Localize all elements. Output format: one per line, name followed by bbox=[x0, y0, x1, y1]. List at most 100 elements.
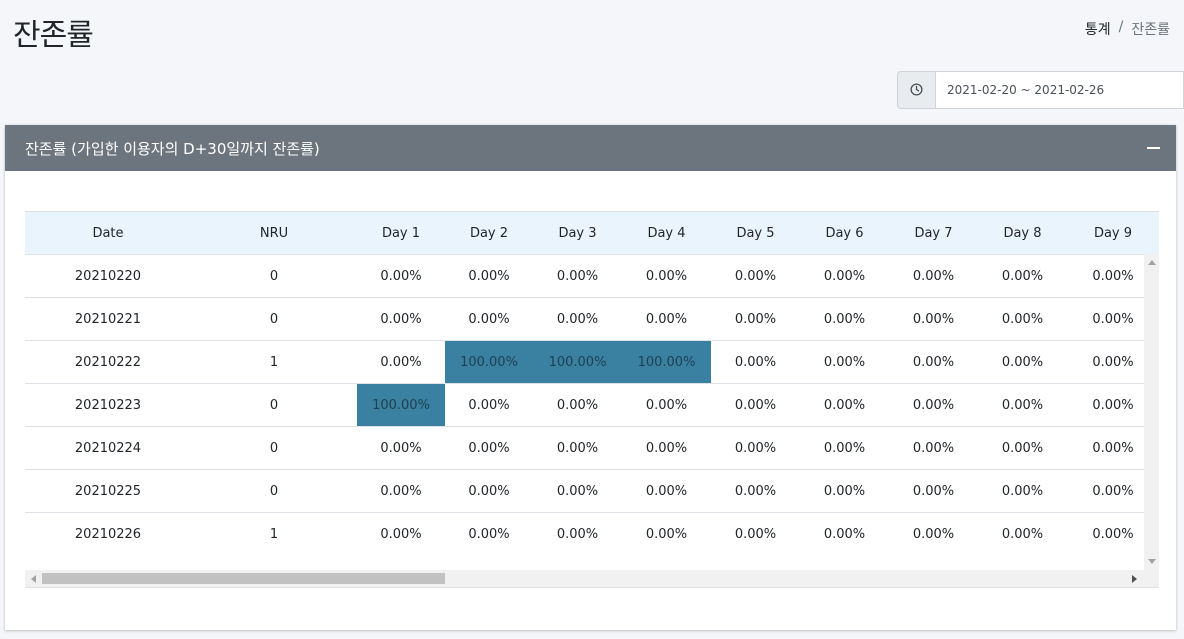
table-cell: 0.00% bbox=[622, 383, 711, 427]
column-header: Date bbox=[25, 211, 191, 255]
table-cell: 0.00% bbox=[800, 426, 889, 470]
table-cell: 0.00% bbox=[978, 469, 1067, 513]
collapse-button[interactable] bbox=[1144, 138, 1162, 158]
table-cell: 0.00% bbox=[622, 426, 711, 470]
table-cell: 0.00% bbox=[445, 469, 533, 513]
table-cell: 20210222 bbox=[25, 340, 191, 384]
scroll-up-icon[interactable] bbox=[1148, 260, 1156, 265]
table-cell: 20210224 bbox=[25, 426, 191, 470]
table-cell: 0.00% bbox=[889, 512, 978, 556]
table-row: 20210222 1 0.00% 100.00% 100.00% 100.00% 0.00%… bbox=[25, 340, 1159, 384]
table-cell: 0 bbox=[191, 426, 357, 470]
breadcrumb-separator: / bbox=[1118, 19, 1124, 35]
table-body: 20210220 0 0.00% 0.00% 0.00% 0.00% 0.00% 0.00% 0… bbox=[25, 254, 1159, 556]
table-cell: 0.00% bbox=[622, 512, 711, 556]
breadcrumb-parent-link[interactable]: 통계 bbox=[1085, 19, 1111, 39]
table-cell: 0.00% bbox=[357, 297, 445, 341]
table-row: 20210225 0 0.00% 0.00% 0.00% 0.00% 0.00% 0.00% 0… bbox=[25, 469, 1159, 513]
column-header: Day 7 bbox=[889, 211, 978, 255]
minus-icon bbox=[1146, 147, 1160, 149]
horizontal-scrollbar[interactable] bbox=[25, 570, 1159, 588]
table-cell: 0 bbox=[191, 297, 357, 341]
table-cell: 20210221 bbox=[25, 297, 191, 341]
table-cell: 0.00% bbox=[533, 469, 622, 513]
column-header: Day 9 bbox=[1067, 211, 1159, 255]
table-cell: 1 bbox=[191, 512, 357, 556]
table-cell: 0.00% bbox=[800, 340, 889, 384]
scroll-down-icon[interactable] bbox=[1148, 559, 1156, 564]
vertical-scrollbar[interactable] bbox=[1144, 254, 1159, 570]
table-cell: 0.00% bbox=[711, 512, 800, 556]
scrollbar-thumb[interactable] bbox=[42, 573, 445, 584]
table-cell: 20210226 bbox=[25, 512, 191, 556]
table-row: 20210221 0 0.00% 0.00% 0.00% 0.00% 0.00% 0.00% 0… bbox=[25, 297, 1159, 341]
table-cell: 0.00% bbox=[711, 254, 800, 298]
table-cell: 0.00% bbox=[533, 297, 622, 341]
table-cell: 0.00% bbox=[711, 426, 800, 470]
table-cell: 100.00% bbox=[533, 340, 622, 384]
table-header: Date NRU Day 1 Day 2 Day 3 Day 4 Day 5 Day 6 Day… bbox=[25, 211, 1159, 255]
table-row: 20210226 1 0.00% 0.00% 0.00% 0.00% 0.00% 0.00% 0… bbox=[25, 512, 1159, 556]
card-header: 잔존률 (가입한 이용자의 D+30일까지 잔존률) bbox=[5, 125, 1176, 171]
table-cell: 0.00% bbox=[357, 254, 445, 298]
column-header: Day 5 bbox=[711, 211, 800, 255]
table-cell: 0.00% bbox=[978, 512, 1067, 556]
table-cell: 0.00% bbox=[357, 469, 445, 513]
table-cell: 0.00% bbox=[800, 297, 889, 341]
table-cell: 0 bbox=[191, 254, 357, 298]
table-cell: 0.00% bbox=[978, 340, 1067, 384]
table-cell: 0.00% bbox=[978, 383, 1067, 427]
column-header: Day 3 bbox=[533, 211, 622, 255]
table-cell: 0.00% bbox=[800, 469, 889, 513]
table-cell: 100.00% bbox=[357, 383, 445, 427]
column-header: Day 1 bbox=[357, 211, 445, 255]
table-cell: 0.00% bbox=[711, 297, 800, 341]
column-header: Day 8 bbox=[978, 211, 1067, 255]
table-cell: 0.00% bbox=[622, 469, 711, 513]
table-cell: 0.00% bbox=[889, 469, 978, 513]
table-cell: 0.00% bbox=[978, 254, 1067, 298]
scroll-right-icon[interactable] bbox=[1132, 575, 1137, 583]
table-cell: 100.00% bbox=[445, 340, 533, 384]
date-range-picker bbox=[897, 71, 1184, 109]
table-cell: 0.00% bbox=[533, 254, 622, 298]
table-cell: 1 bbox=[191, 340, 357, 384]
table-cell: 0.00% bbox=[357, 426, 445, 470]
table-cell: 0.00% bbox=[533, 383, 622, 427]
column-header: Day 2 bbox=[445, 211, 533, 255]
table-cell: 0 bbox=[191, 469, 357, 513]
breadcrumb: 통계 / 잔존률 bbox=[1085, 19, 1170, 39]
table-cell: 20210225 bbox=[25, 469, 191, 513]
table-cell: 0.00% bbox=[533, 512, 622, 556]
table-cell: 0.00% bbox=[711, 469, 800, 513]
table-cell: 0.00% bbox=[889, 297, 978, 341]
table-cell: 0.00% bbox=[445, 512, 533, 556]
date-range-input[interactable] bbox=[936, 71, 1184, 109]
table-cell: 20210220 bbox=[25, 254, 191, 298]
table-cell: 0.00% bbox=[711, 383, 800, 427]
table-cell: 20210223 bbox=[25, 383, 191, 427]
table-cell: 0.00% bbox=[357, 512, 445, 556]
retention-table-container: Date NRU Day 1 Day 2 Day 3 Day 4 Day 5 Day 6 Day… bbox=[25, 211, 1159, 588]
retention-card: 잔존률 (가입한 이용자의 D+30일까지 잔존률) Date NRU Day 1D… bbox=[5, 125, 1176, 630]
table-cell: 0.00% bbox=[622, 254, 711, 298]
table-cell: 0 bbox=[191, 383, 357, 427]
card-title: 잔존률 (가입한 이용자의 D+30일까지 잔존률) bbox=[25, 139, 320, 158]
table-row: 20210224 0 0.00% 0.00% 0.00% 0.00% 0.00% 0.00% 0… bbox=[25, 426, 1159, 470]
table-cell: 0.00% bbox=[622, 297, 711, 341]
table-cell: 0.00% bbox=[978, 426, 1067, 470]
page-title: 잔존률 bbox=[13, 18, 94, 53]
table-cell: 0.00% bbox=[445, 383, 533, 427]
table-cell: 0.00% bbox=[445, 426, 533, 470]
scroll-left-icon[interactable] bbox=[31, 575, 36, 583]
table-cell: 0.00% bbox=[889, 426, 978, 470]
table-cell: 100.00% bbox=[622, 340, 711, 384]
table-row: 20210223 0 100.00% 0.00% 0.00% 0.00% 0.00% 0.00… bbox=[25, 383, 1159, 427]
column-header: Day 4 bbox=[622, 211, 711, 255]
table-cell: 0.00% bbox=[800, 254, 889, 298]
breadcrumb-current: 잔존률 bbox=[1131, 22, 1170, 38]
clock-icon bbox=[910, 81, 923, 100]
date-range-addon[interactable] bbox=[897, 71, 936, 109]
table-cell: 0.00% bbox=[800, 512, 889, 556]
column-header: NRU bbox=[191, 211, 357, 255]
